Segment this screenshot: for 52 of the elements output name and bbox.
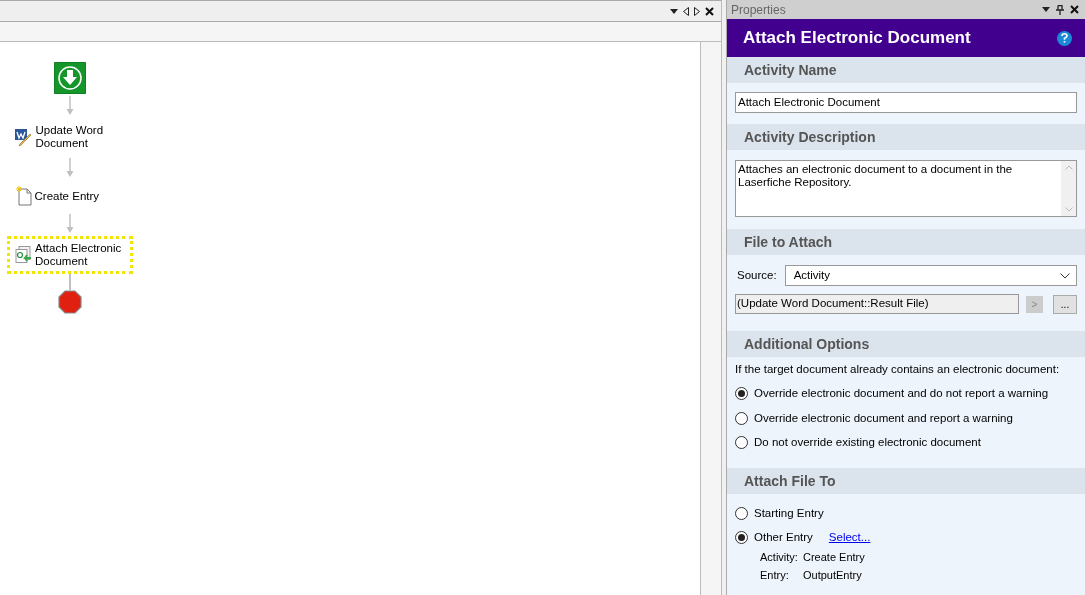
source-dropdown[interactable]: Activity xyxy=(784,265,1077,286)
option-label[interactable]: Override electronic document and report a warning xyxy=(754,409,1013,427)
connector-arrow xyxy=(66,214,74,234)
activity-label: Attach Electronic Document xyxy=(35,242,123,268)
option-label[interactable]: Starting Entry xyxy=(754,505,824,523)
scroll-right-icon[interactable] xyxy=(694,6,700,16)
detail-label: Activity: xyxy=(760,549,799,565)
activity-node[interactable]: Attach Electronic Document xyxy=(7,236,133,274)
browse-button[interactable]: ... xyxy=(1053,294,1077,314)
close-icon[interactable] xyxy=(1070,5,1079,14)
file-field[interactable]: (Update Word Document::Result File) xyxy=(735,294,1019,314)
activity-node[interactable]: Create Entry xyxy=(7,180,133,212)
description-field[interactable]: Attaches an electronic document to a document in the Laserfiche Repository. xyxy=(735,160,1077,217)
start-node-icon[interactable] xyxy=(54,62,86,94)
section-header: Activity Description xyxy=(727,124,1085,150)
section-header: File to Attach xyxy=(727,229,1085,255)
radio-button[interactable] xyxy=(735,531,748,545)
radio-button[interactable] xyxy=(735,507,748,521)
select-link[interactable]: Select... xyxy=(828,529,871,547)
pane-title: Properties xyxy=(731,1,786,19)
radio-button[interactable] xyxy=(735,387,748,401)
section-header: Attach File To xyxy=(727,468,1085,494)
connector-arrow xyxy=(66,158,74,178)
panel-title: Attach Electronic Document xyxy=(743,27,971,50)
connector-arrow xyxy=(66,96,74,116)
chevron-down-icon xyxy=(1060,272,1070,279)
scroll-left-icon[interactable] xyxy=(683,6,689,16)
stop-node-icon[interactable] xyxy=(58,290,82,314)
pin-icon[interactable] xyxy=(1056,4,1064,15)
new-page-icon xyxy=(15,186,32,206)
detail-value: Create Entry xyxy=(803,549,865,565)
detail-value: OutputEntry xyxy=(803,568,862,583)
word-pencil-icon xyxy=(14,127,33,147)
activity-node[interactable]: Update Word Document xyxy=(6,118,134,156)
radio-button[interactable] xyxy=(735,411,748,425)
activity-label: Create Entry xyxy=(34,189,101,203)
dropdown-icon[interactable] xyxy=(1042,7,1050,12)
help-icon[interactable] xyxy=(1057,30,1072,46)
option-label[interactable]: Do not override existing electronic document xyxy=(754,433,981,451)
activity-name-field[interactable]: Attach Electronic Document xyxy=(735,92,1077,113)
dropdown-icon[interactable] xyxy=(670,8,678,14)
options-prompt: If the target document already contains an electronic document: xyxy=(735,362,1061,377)
section-header: Additional Options xyxy=(727,331,1085,357)
attach-document-icon xyxy=(15,246,32,264)
source-label: Source: xyxy=(736,267,777,283)
activity-label: Update Word Document xyxy=(35,124,105,150)
option-label[interactable]: Override electronic document and do not report a warning xyxy=(754,385,1049,403)
section-header: Activity Name xyxy=(727,57,1085,83)
close-icon[interactable] xyxy=(705,6,714,16)
option-label[interactable]: Other Entry xyxy=(754,529,813,547)
radio-button[interactable] xyxy=(735,435,748,449)
detail-label: Entry: xyxy=(760,568,790,583)
